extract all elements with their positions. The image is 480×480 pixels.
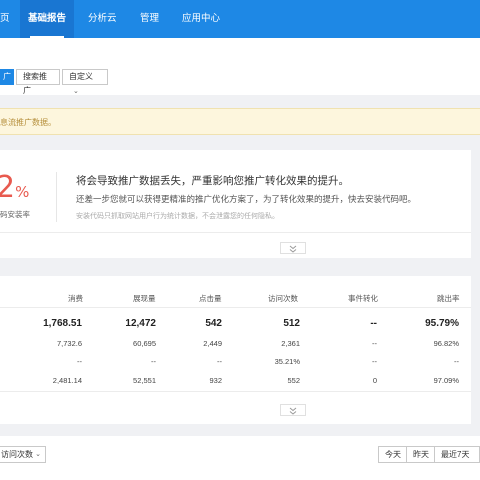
install-rate-label: 码安装率 [0, 210, 30, 219]
divider [56, 172, 57, 222]
range-yesterday-button[interactable]: 昨天 [406, 446, 436, 463]
install-rate-number: 2 [0, 170, 16, 205]
table-cell: -- [454, 357, 459, 366]
range-last7-button[interactable]: 最近7天 [434, 446, 480, 463]
table-cell: 552 [287, 376, 300, 385]
table-cell: -- [372, 339, 377, 348]
table-cell: 542 [205, 318, 222, 329]
nav-tab-analytics-cloud[interactable]: 分析云 [80, 0, 125, 38]
table-cell: 512 [283, 318, 300, 329]
nav-tab-app-center[interactable]: 应用中心 [174, 0, 228, 38]
nav-tab-home[interactable]: 页 [0, 0, 18, 38]
table-cell: 2,449 [203, 339, 222, 348]
table-cell: 97.09% [433, 376, 459, 385]
table-cell: -- [77, 357, 82, 366]
table-cell: 12,472 [125, 318, 156, 329]
column-header-cost: 消费 [68, 294, 83, 303]
column-header-bounce-rate: 跳出率 [437, 294, 460, 303]
double-chevron-down-icon [289, 245, 297, 253]
table-cell: 1,768.51 [43, 318, 82, 329]
double-chevron-down-icon [289, 407, 297, 415]
expand-button[interactable] [280, 404, 306, 416]
segment-search-promotion[interactable]: 搜索推广 [16, 69, 60, 95]
install-prompt[interactable]: 还差一步您就可以获得更精准的推广优化方案了，为了转化效果的提升，快去安装代码吧。 [76, 193, 416, 205]
privacy-note: 安装代码只抓取网站用户行为统计数据，不会泄露您的任何隐私。 [76, 213, 279, 220]
table-cell: 0 [372, 376, 377, 385]
table-cell: -- [217, 357, 222, 366]
install-code-card: 2% 码安装率 将会导致推广数据丢失，严重影响您推广转化效果的提升。 还差一步您… [0, 150, 471, 258]
table-cell: 932 [209, 376, 222, 385]
table-cell: 2,481.14 [52, 376, 82, 385]
segment-custom[interactable]: 自定义 ⌄ [62, 69, 108, 95]
segment-label: 自定义 [69, 72, 93, 81]
metric-select-value: 访问次数 [1, 450, 33, 459]
notice-bar: 息流推广数据。 [0, 108, 480, 135]
range-today-button[interactable]: 今天 [378, 446, 408, 463]
divider [0, 232, 471, 233]
divider [0, 307, 471, 308]
install-rate-unit: % [15, 183, 30, 201]
column-header-visits: 访问次数 [268, 294, 298, 303]
notice-text: 息流推广数据。 [0, 118, 56, 127]
table-cell: -- [151, 357, 156, 366]
column-header-impressions: 展现量 [133, 294, 156, 303]
table-cell: -- [372, 357, 377, 366]
expand-button[interactable] [280, 242, 306, 254]
column-header-clicks: 点击量 [199, 294, 222, 303]
table-cell: -- [370, 318, 377, 329]
warning-message: 将会导致推广数据丢失，严重影响您推广转化效果的提升。 [76, 175, 349, 187]
nav-tab-basic-report[interactable]: 基础报告 [20, 0, 75, 38]
column-header-conversions: 事件转化 [348, 294, 378, 303]
divider [0, 391, 471, 392]
chevron-down-icon: ⌄ [73, 88, 79, 95]
table-cell: 60,695 [133, 339, 156, 348]
table-cell: 7,732.6 [56, 339, 82, 348]
metric-select[interactable]: 访问次数 ⌄ [0, 446, 46, 463]
segment-all-promotion[interactable]: 广 [0, 69, 14, 85]
top-nav: 页 基础报告 分析云 管理 应用中心 [0, 0, 480, 38]
table-cell: 2,361 [281, 339, 300, 348]
nav-tab-manage[interactable]: 管理 [132, 0, 167, 38]
table-cell: 95.79% [425, 318, 459, 329]
chevron-down-icon: ⌄ [35, 451, 41, 458]
table-cell: 96.82% [433, 339, 459, 348]
install-rate-value: 2% [0, 170, 29, 205]
metrics-card: 消费 展现量 点击量 访问次数 事件转化 跳出率 1,768.51 12,472 5… [0, 276, 471, 424]
table-cell: 52,551 [133, 376, 156, 385]
segment-label: 广 [3, 72, 11, 81]
table-cell: 35.21% [274, 357, 300, 366]
